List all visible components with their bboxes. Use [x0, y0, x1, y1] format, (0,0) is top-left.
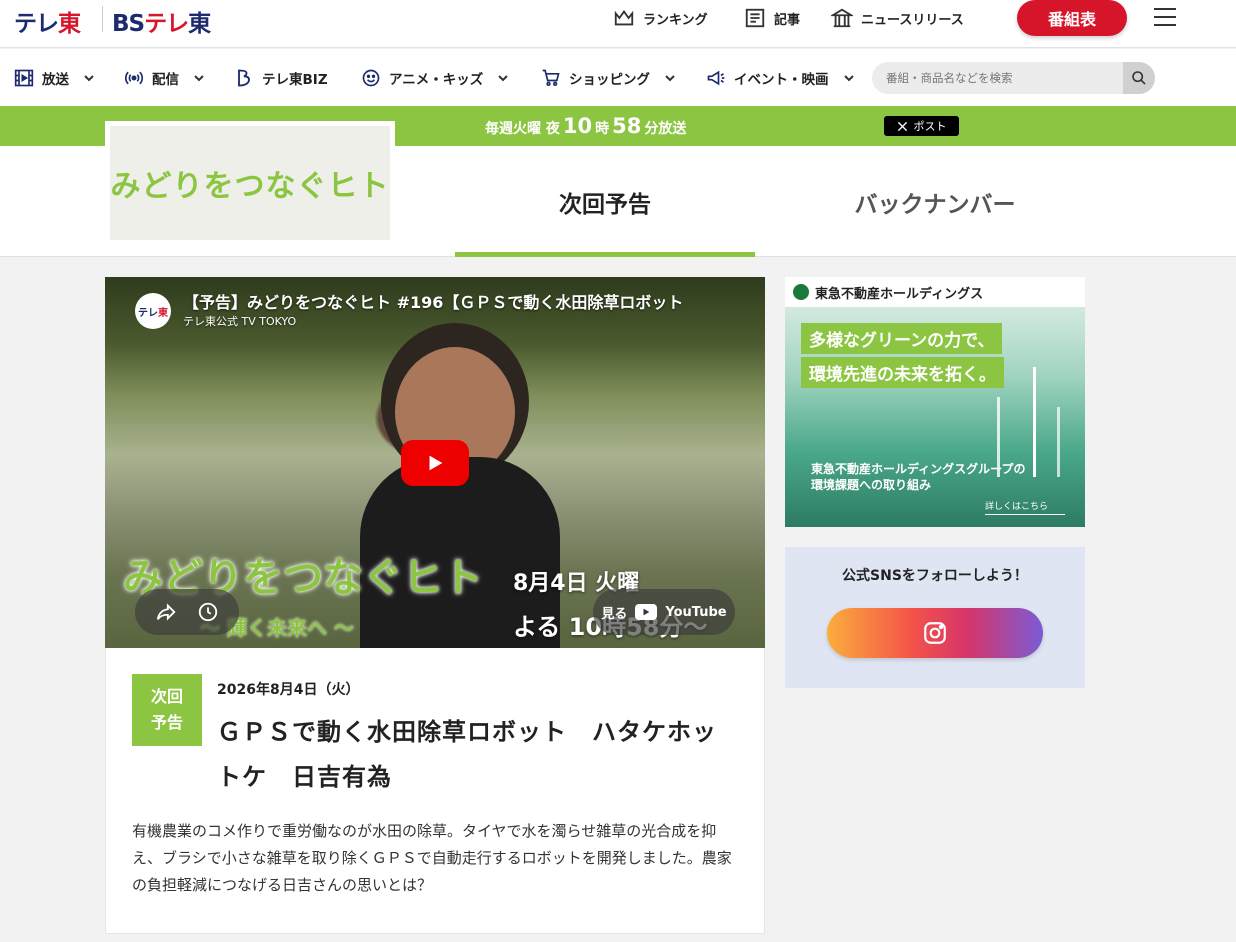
x-logo-icon	[897, 121, 907, 131]
bs-teletoh-logo[interactable]: BSテレ東	[112, 4, 211, 38]
nav-ranking[interactable]: ランキング	[613, 6, 708, 30]
episode-title: ＧＰＳで動く水田除草ロボット ハタケホットケ 日吉有為	[217, 718, 717, 791]
search-box	[872, 62, 1155, 94]
x-post-button[interactable]: ポスト	[884, 116, 959, 136]
next-episode-badge: 次回 予告	[132, 674, 202, 746]
search-input[interactable]	[886, 68, 1116, 88]
subnav-events-movies[interactable]: イベント・映画	[706, 67, 855, 89]
sidebar-ad-banner[interactable]: 東急不動産ホールディングス 多様なグリーンの力で、 環境先進の未来を拓く。 東急…	[785, 277, 1085, 527]
category-nav: 放送 配信 テレ東BIZ アニメ・キッズ ショッピング イベント・映画	[0, 49, 1236, 106]
ad-copy-line-1: 多様なグリーンの力で、	[801, 323, 1003, 354]
subnav-streaming[interactable]: 配信	[124, 67, 205, 89]
tab-next-episode[interactable]: 次回予告	[455, 146, 755, 257]
video-title[interactable]: 【予告】みどりをつなぐヒト #196【ＧＰＳで動く水田除草ロボット	[183, 289, 743, 313]
nav-news-release[interactable]: ニュースリリース	[831, 6, 964, 30]
megaphone-icon	[707, 70, 725, 86]
cart-icon	[542, 69, 560, 86]
subnav-teletoh-biz[interactable]: テレ東BIZ	[234, 67, 328, 89]
chevron-down-icon	[194, 75, 204, 82]
logo-divider	[102, 6, 103, 32]
program-logo[interactable]: みどりをつなぐヒト	[110, 126, 390, 240]
program-logo-frame: みどりをつなぐヒト	[105, 121, 395, 245]
video-actions	[135, 589, 239, 635]
watch-on-youtube-button[interactable]: 見る YouTube	[593, 589, 735, 635]
sns-follow-box: 公式SNSをフォローしよう！	[785, 547, 1085, 688]
share-icon[interactable]	[155, 601, 177, 623]
nav-articles[interactable]: 記事	[744, 6, 800, 30]
subnav-broadcast[interactable]: 放送	[14, 67, 95, 89]
episode-date: 2026年8月4日（火）	[217, 682, 360, 698]
crown-icon	[614, 10, 634, 26]
play-button[interactable]	[401, 440, 469, 486]
ad-company-header: 東急不動産ホールディングス	[785, 277, 1085, 307]
search-button[interactable]	[1123, 62, 1155, 94]
subnav-shopping[interactable]: ショッピング	[541, 67, 676, 89]
article-icon	[745, 8, 765, 28]
subnav-anime-kids[interactable]: アニメ・キッズ	[361, 67, 509, 89]
chevron-down-icon	[498, 75, 508, 82]
tab-back-numbers[interactable]: バックナンバー	[785, 146, 1085, 257]
program-header: みどりをつなぐヒト 次回予告 バックナンバー	[0, 121, 1236, 257]
youtube-logo-icon	[635, 604, 658, 620]
broadcast-schedule: 毎週火曜 夜 10 時 58 分放送	[485, 114, 687, 138]
video-channel-name[interactable]: テレ東公式 TV TOKYO	[183, 313, 296, 329]
chevron-down-icon	[665, 75, 675, 82]
search-icon	[1132, 71, 1146, 85]
wind-turbine-icon	[1057, 407, 1060, 477]
episode-card: 次回 予告 2026年8月4日（火） ＧＰＳで動く水田除草ロボット ハタケホット…	[105, 648, 765, 934]
ad-copy-line-2: 環境先進の未来を拓く。	[801, 357, 1004, 388]
clock-icon[interactable]	[197, 601, 219, 623]
play-icon	[429, 455, 443, 471]
ad-bottom-text: 東急不動産ホールディングスグループの 環境課題への取り組み	[811, 462, 1026, 492]
company-logo-icon	[793, 284, 809, 300]
ad-more-link[interactable]: 詳しくはこちら	[985, 499, 1065, 515]
site-header: テレ東 BSテレ東 ランキング 記事 ニュースリリース 番組表	[0, 0, 1236, 48]
menu-icon[interactable]	[1154, 8, 1176, 26]
instagram-icon	[924, 622, 946, 644]
tv-icon	[14, 69, 34, 87]
sns-title: 公式SNSをフォローしよう！	[842, 568, 1028, 584]
biz-icon	[238, 69, 250, 87]
smile-icon	[362, 69, 380, 87]
chevron-down-icon	[84, 75, 94, 82]
program-guide-button[interactable]: 番組表	[1017, 0, 1127, 36]
youtube-video-player[interactable]: テレ東 【予告】みどりをつなぐヒト #196【ＧＰＳで動く水田除草ロボット テレ…	[105, 277, 765, 648]
wind-turbine-icon	[1033, 367, 1036, 477]
teletoh-logo[interactable]: テレ東	[14, 4, 81, 38]
channel-avatar[interactable]: テレ東	[135, 293, 171, 329]
building-icon	[831, 8, 853, 28]
instagram-button[interactable]	[827, 608, 1043, 658]
episode-description: 有機農業のコメ作りで重労働なのが水田の除草。タイヤで水を濁らせ雑草の光合成を抑え…	[132, 822, 732, 894]
chevron-down-icon	[843, 75, 854, 82]
broadcast-icon	[124, 71, 144, 85]
